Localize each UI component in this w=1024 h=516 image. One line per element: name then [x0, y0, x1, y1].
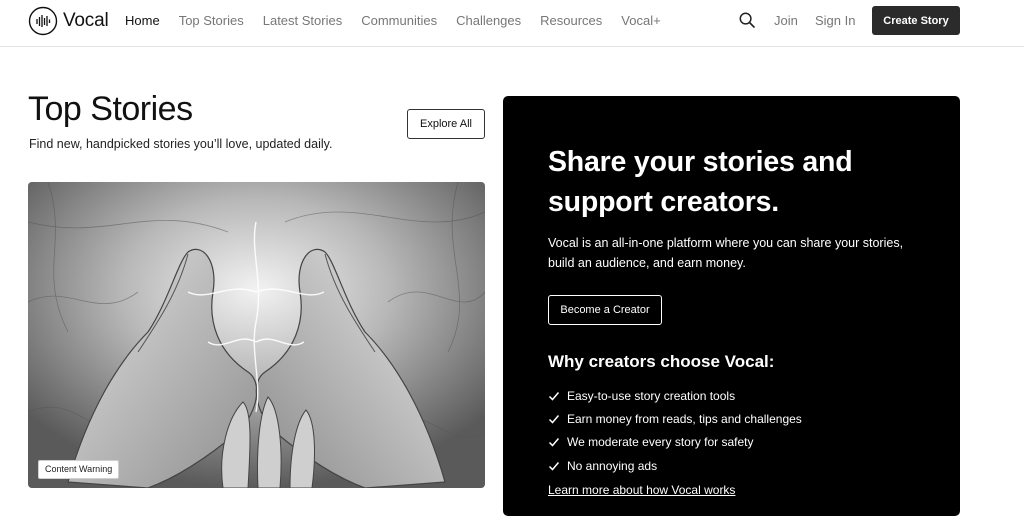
- featured-story-image[interactable]: Content Warning: [28, 182, 485, 488]
- top-stories-title: Top Stories: [28, 90, 193, 128]
- hands-illustration: [28, 182, 485, 488]
- vocal-logo-icon: [28, 6, 58, 36]
- top-navigation: Vocal Home Top Stories Latest Stories Co…: [0, 0, 1024, 47]
- creator-promo-panel: Share your stories and support creators.…: [503, 96, 960, 516]
- nav-link-vocal-plus[interactable]: Vocal+: [621, 13, 660, 29]
- top-stories-subtitle: Find new, handpicked stories you’ll love…: [29, 137, 333, 151]
- benefit-text: We moderate every story for safety: [567, 435, 754, 450]
- sign-in-link[interactable]: Sign In: [815, 13, 855, 29]
- search-icon[interactable]: [739, 12, 755, 28]
- explore-all-button[interactable]: Explore All: [407, 109, 485, 139]
- benefit-text: Earn money from reads, tips and challeng…: [567, 411, 802, 426]
- promo-description: Vocal is an all-in-one platform where yo…: [548, 236, 904, 270]
- benefit-item: No annoying ads: [548, 454, 802, 477]
- main-nav-links: Home Top Stories Latest Stories Communit…: [125, 13, 680, 29]
- learn-more-link[interactable]: Learn more about how Vocal works: [548, 483, 735, 498]
- nav-link-top-stories[interactable]: Top Stories: [179, 13, 244, 29]
- join-link[interactable]: Join: [774, 13, 798, 29]
- create-story-button[interactable]: Create Story: [872, 6, 960, 35]
- vocal-logo[interactable]: Vocal: [28, 6, 109, 36]
- check-icon: [548, 438, 560, 447]
- logo-text: Vocal: [63, 10, 109, 31]
- content-warning-badge: Content Warning: [38, 460, 120, 479]
- promo-title: Share your stories and support creators.: [548, 146, 853, 218]
- nav-link-home[interactable]: Home: [125, 13, 160, 29]
- benefit-text: Easy-to-use story creation tools: [567, 388, 736, 403]
- benefits-list: Easy-to-use story creation tools Earn mo…: [548, 384, 802, 477]
- benefit-item: Earn money from reads, tips and challeng…: [548, 407, 802, 430]
- benefit-item: Easy-to-use story creation tools: [548, 384, 802, 407]
- nav-link-latest-stories[interactable]: Latest Stories: [263, 13, 343, 29]
- nav-link-resources[interactable]: Resources: [540, 13, 602, 29]
- check-icon: [548, 414, 560, 424]
- become-creator-button[interactable]: Become a Creator: [548, 295, 662, 325]
- nav-link-communities[interactable]: Communities: [361, 13, 437, 29]
- why-creators-title: Why creators choose Vocal:: [548, 352, 775, 371]
- benefit-item: We moderate every story for safety: [548, 431, 802, 454]
- check-icon: [548, 461, 560, 471]
- nav-link-challenges[interactable]: Challenges: [456, 13, 521, 29]
- benefit-text: No annoying ads: [567, 458, 658, 473]
- check-icon: [548, 391, 560, 401]
